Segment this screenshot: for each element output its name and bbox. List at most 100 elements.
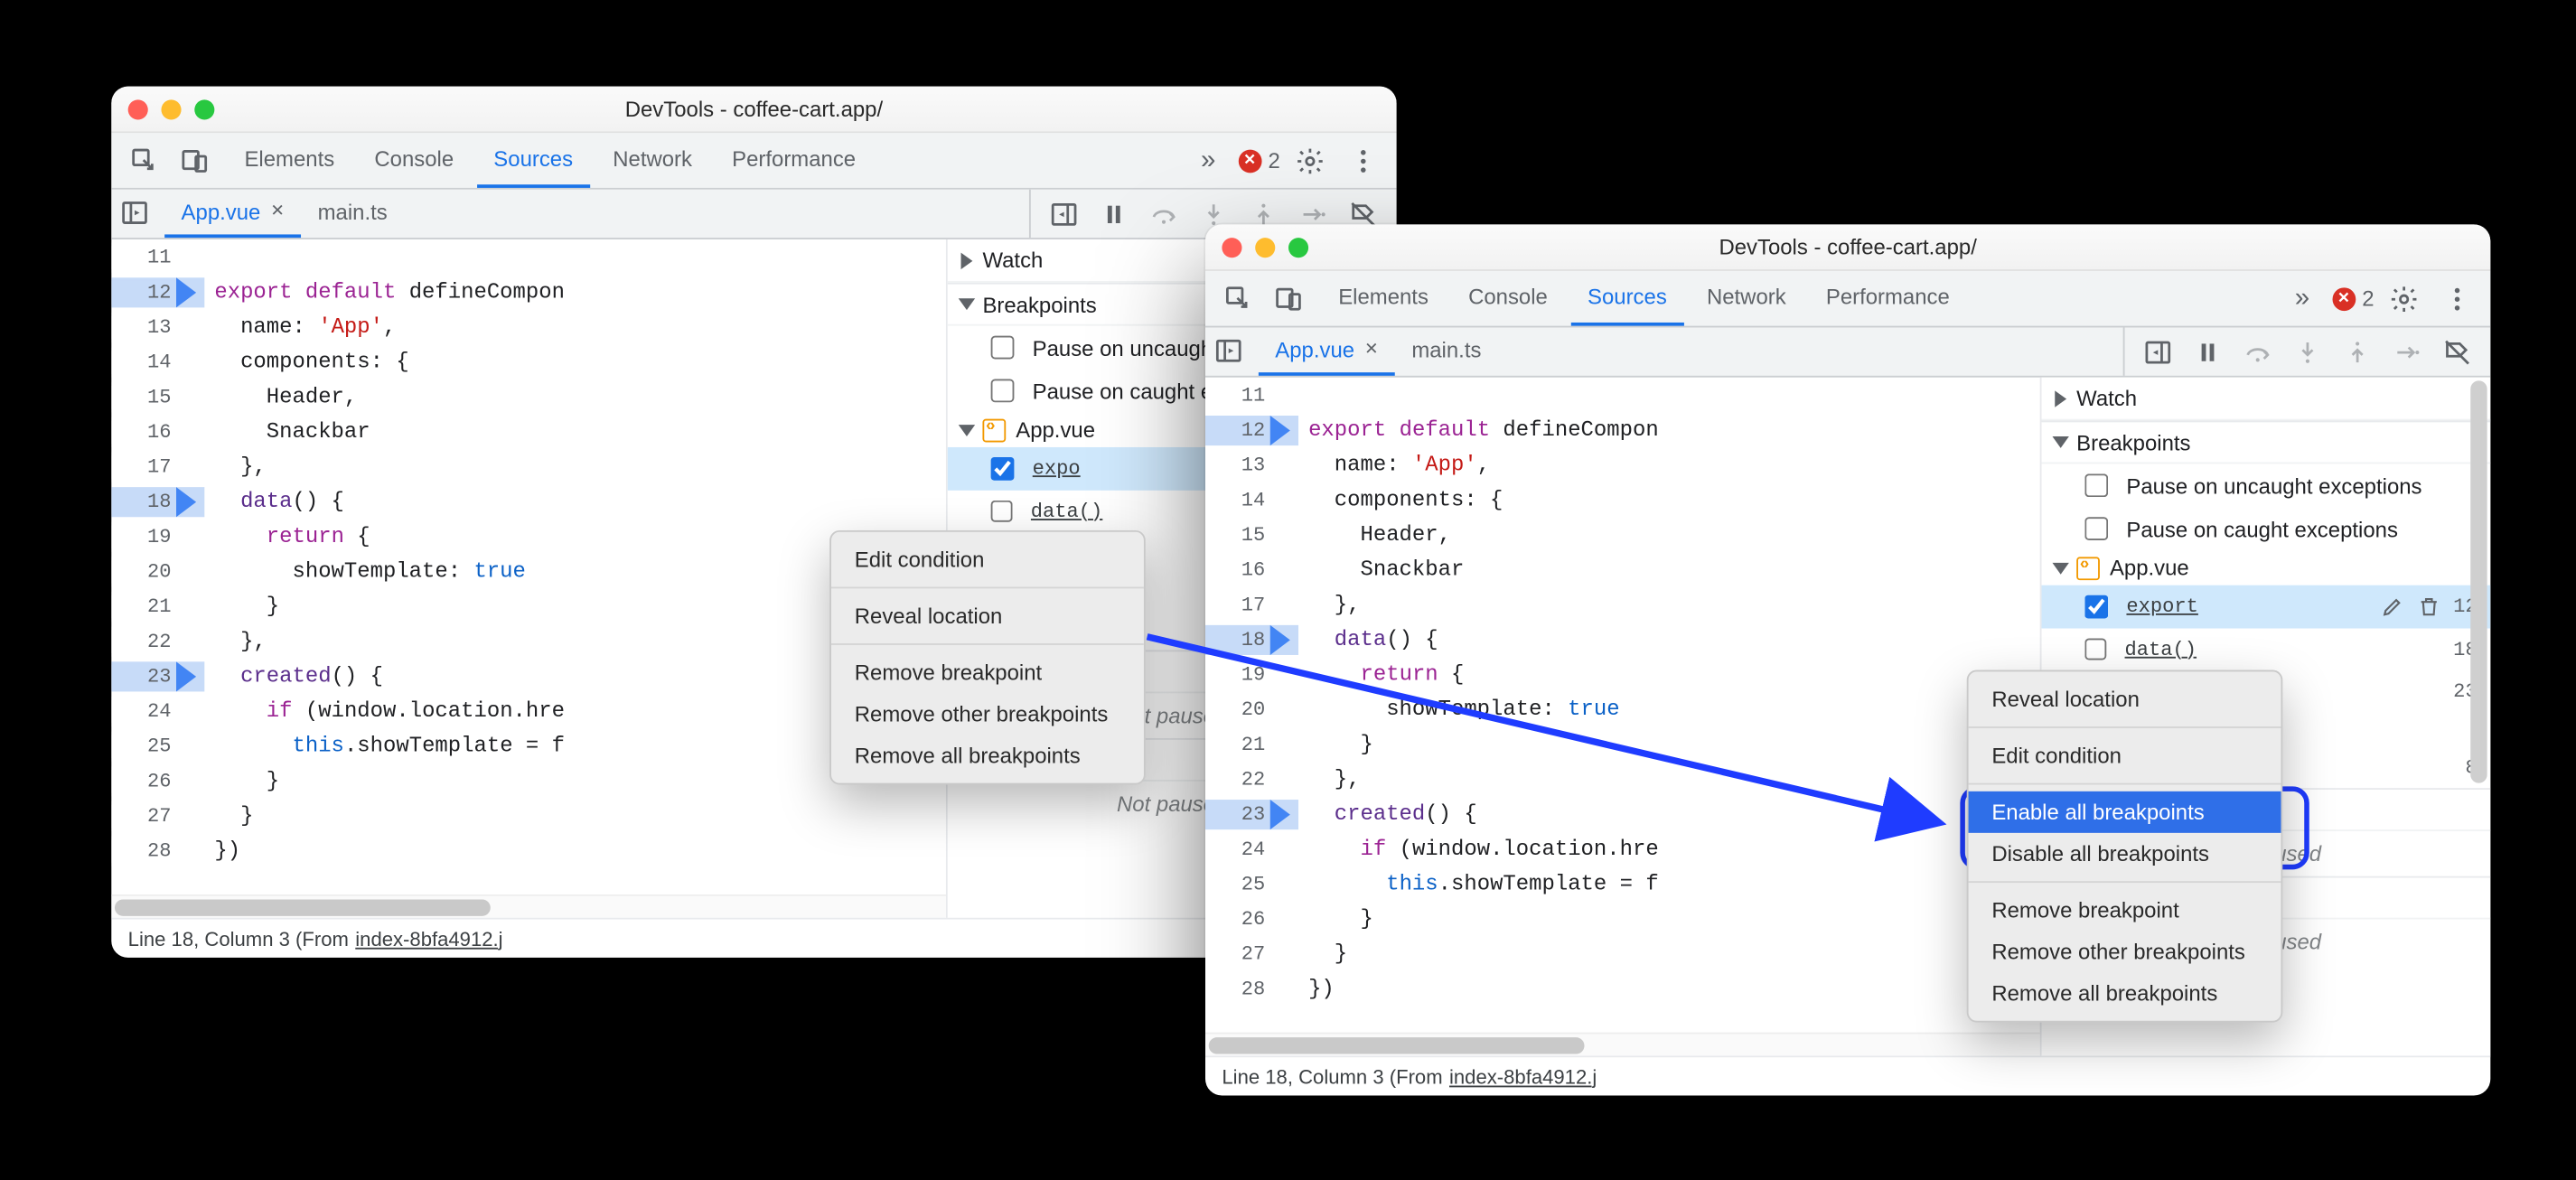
close-tab-icon[interactable]: ✕ bbox=[1364, 341, 1378, 359]
settings-gear-icon[interactable] bbox=[1287, 137, 1334, 184]
line-number[interactable]: 25 bbox=[111, 734, 184, 757]
breakpoint-checkbox[interactable] bbox=[2084, 639, 2106, 660]
line-number[interactable]: 20 bbox=[1205, 698, 1279, 721]
line-number[interactable]: 16 bbox=[111, 420, 184, 444]
breakpoint-marker[interactable] bbox=[182, 660, 205, 690]
context-menu-item[interactable]: Remove breakpoint bbox=[831, 651, 1144, 693]
show-navigator-icon[interactable] bbox=[111, 190, 158, 237]
code-line[interactable]: 20 showTemplate: true bbox=[1205, 691, 2040, 726]
breakpoint-marker[interactable] bbox=[1275, 379, 1298, 409]
line-number[interactable]: 12 bbox=[111, 280, 184, 304]
line-number[interactable]: 18 bbox=[111, 490, 184, 513]
breakpoint-marker[interactable] bbox=[1275, 939, 1298, 969]
show-debugger-icon[interactable] bbox=[2135, 328, 2182, 375]
breakpoint-marker[interactable] bbox=[182, 836, 205, 866]
context-menu-item[interactable]: Remove all breakpoints bbox=[831, 735, 1144, 776]
checkbox[interactable] bbox=[991, 379, 1015, 403]
code-line[interactable]: 18 data() { bbox=[111, 483, 946, 519]
panel-tab-elements[interactable]: Elements bbox=[228, 133, 351, 188]
line-number[interactable]: 24 bbox=[1205, 837, 1279, 860]
stepout-icon[interactable] bbox=[2334, 328, 2381, 375]
breakpoint-marker[interactable] bbox=[1275, 415, 1298, 445]
code-line[interactable]: 22 }, bbox=[1205, 762, 2040, 797]
more-tabs-button[interactable]: » bbox=[2279, 276, 2326, 323]
code-line[interactable]: 19 return { bbox=[111, 519, 946, 554]
line-number[interactable]: 14 bbox=[1205, 488, 1279, 511]
line-number[interactable]: 19 bbox=[1205, 662, 1279, 686]
file-tab[interactable]: main.ts bbox=[301, 190, 404, 238]
breakpoint-marker[interactable] bbox=[1275, 484, 1298, 514]
minimize-window-icon[interactable] bbox=[161, 98, 181, 118]
code-line[interactable]: 23 created() { bbox=[1205, 796, 2040, 831]
device-toggle-icon[interactable] bbox=[1265, 276, 1312, 323]
breakpoint-marker[interactable] bbox=[182, 312, 205, 342]
show-navigator-icon[interactable] bbox=[1205, 327, 1252, 374]
code-line[interactable]: 17 }, bbox=[111, 449, 946, 484]
code-line[interactable]: 17 }, bbox=[1205, 587, 2040, 623]
context-menu-item[interactable]: Reveal location bbox=[1969, 679, 2281, 720]
section-breakpoints[interactable]: Breakpoints bbox=[2042, 421, 2491, 464]
checkbox[interactable] bbox=[2084, 517, 2108, 540]
code-line[interactable]: 13 name: 'App', bbox=[111, 309, 946, 344]
edit-condition-icon[interactable] bbox=[2380, 595, 2403, 619]
line-number[interactable]: 16 bbox=[1205, 557, 1279, 581]
line-number[interactable]: 21 bbox=[111, 595, 184, 618]
stepover-icon[interactable] bbox=[1140, 191, 1187, 238]
breakpoint-marker[interactable] bbox=[182, 486, 205, 516]
panel-tab-console[interactable]: Console bbox=[1452, 271, 1565, 326]
code-line[interactable]: 16 Snackbar bbox=[1205, 552, 2040, 587]
context-menu-item[interactable]: Enable all breakpoints bbox=[1969, 791, 2281, 833]
line-number[interactable]: 15 bbox=[111, 385, 184, 408]
delete-breakpoint-icon[interactable] bbox=[2417, 595, 2440, 619]
context-menu[interactable]: Reveal locationEdit conditionEnable all … bbox=[1967, 670, 2283, 1023]
context-menu-item[interactable]: Edit condition bbox=[831, 538, 1144, 580]
code-line[interactable]: 24 if (window.location.hre bbox=[111, 693, 946, 728]
code-line[interactable]: 15 Header, bbox=[111, 379, 946, 415]
code-line[interactable]: 24 if (window.location.hre bbox=[1205, 831, 2040, 866]
line-number[interactable]: 11 bbox=[1205, 383, 1279, 407]
line-number[interactable]: 27 bbox=[111, 804, 184, 828]
stepover-icon[interactable] bbox=[2234, 328, 2281, 375]
breakpoint-marker[interactable] bbox=[182, 417, 205, 446]
breakpoint-marker[interactable] bbox=[182, 556, 205, 585]
code-line[interactable]: 26 } bbox=[1205, 901, 2040, 936]
deactivate-breakpoints-icon[interactable] bbox=[2434, 328, 2481, 375]
checkbox[interactable] bbox=[2084, 473, 2108, 497]
line-number[interactable]: 25 bbox=[1205, 872, 1279, 895]
line-number[interactable]: 26 bbox=[1205, 907, 1279, 931]
breakpoint-marker[interactable] bbox=[1275, 555, 1298, 585]
code-line[interactable]: 21 } bbox=[1205, 726, 2040, 762]
panel-tab-console[interactable]: Console bbox=[358, 133, 471, 188]
breakpoint-marker[interactable] bbox=[1275, 450, 1298, 480]
code-line[interactable]: 15 Header, bbox=[1205, 517, 2040, 552]
breakpoint-item[interactable]: data()18 bbox=[2042, 629, 2491, 670]
context-menu-item[interactable]: Remove breakpoint bbox=[1969, 889, 2281, 931]
line-number[interactable]: 11 bbox=[111, 245, 184, 268]
line-number[interactable]: 17 bbox=[111, 454, 184, 478]
code-line[interactable]: 18 data() { bbox=[1205, 622, 2040, 657]
stepin-icon[interactable] bbox=[2284, 328, 2331, 375]
line-number[interactable]: 22 bbox=[111, 629, 184, 652]
code-line[interactable]: 27 } bbox=[1205, 936, 2040, 971]
line-number[interactable]: 28 bbox=[111, 838, 184, 862]
breakpoint-marker[interactable] bbox=[1275, 660, 1298, 689]
panel-tab-sources[interactable]: Sources bbox=[1571, 271, 1684, 326]
breakpoint-marker[interactable] bbox=[1275, 799, 1298, 829]
line-number[interactable]: 13 bbox=[1205, 453, 1279, 476]
breakpoint-marker[interactable] bbox=[182, 381, 205, 411]
line-number[interactable]: 17 bbox=[1205, 593, 1279, 616]
file-tab[interactable]: App.vue✕ bbox=[1259, 327, 1395, 375]
minimize-window-icon[interactable] bbox=[1255, 237, 1275, 257]
pause-icon[interactable] bbox=[2185, 328, 2232, 375]
code-line[interactable]: 28}) bbox=[111, 833, 946, 868]
panel-tab-performance[interactable]: Performance bbox=[1809, 271, 1966, 326]
breakpoint-checkbox[interactable] bbox=[991, 457, 1015, 481]
breakpoint-marker[interactable] bbox=[182, 801, 205, 830]
section-watch[interactable]: Watch bbox=[2042, 378, 2491, 421]
breakpoint-marker[interactable] bbox=[1275, 763, 1298, 793]
breakpoint-marker[interactable] bbox=[182, 731, 205, 761]
line-number[interactable]: 27 bbox=[1205, 941, 1279, 965]
breakpoint-marker[interactable] bbox=[1275, 868, 1298, 898]
line-number[interactable]: 14 bbox=[111, 350, 184, 373]
inspect-icon[interactable] bbox=[121, 137, 168, 184]
